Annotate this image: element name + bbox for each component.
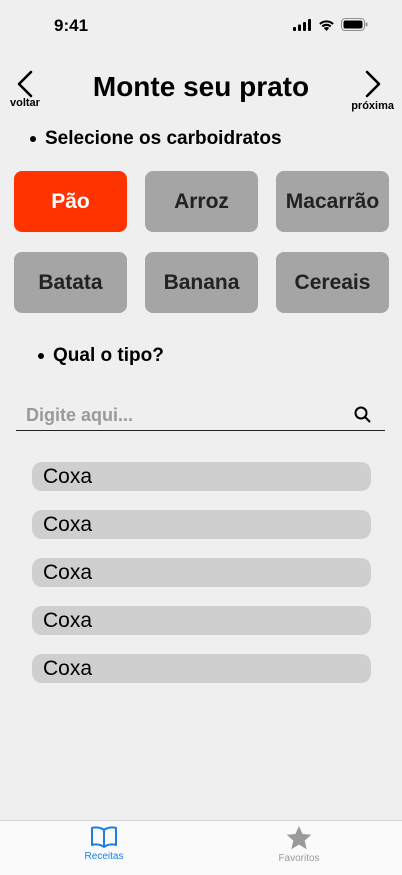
list-item[interactable]: Coxa [32, 654, 371, 683]
type-section-heading: Qual o tipo? [38, 345, 164, 367]
cellular-signal-icon [293, 18, 311, 31]
page-title: Monte seu prato [92, 71, 310, 102]
list-item[interactable]: Coxa [32, 462, 371, 491]
carb-option-macarrao[interactable]: Macarrão [276, 171, 389, 232]
carb-option-banana[interactable]: Banana [145, 252, 258, 313]
tab-bar: Receitas Favoritos [0, 820, 402, 875]
list-item[interactable]: Coxa [32, 558, 371, 587]
tab-receitas-label: Receitas [84, 851, 124, 862]
list-item[interactable]: Coxa [32, 606, 371, 635]
next-label: próxima [351, 100, 394, 112]
carb-option-pao[interactable]: Pão [14, 171, 127, 232]
results-list: Coxa Coxa Coxa Coxa Coxa [32, 462, 371, 702]
search-input[interactable] [26, 402, 346, 428]
carb-options-grid: Pão Arroz Macarrão Batata Banana Cereais [14, 171, 390, 313]
tab-favoritos[interactable]: Favoritos [239, 825, 359, 864]
book-icon [91, 826, 117, 848]
search-icon[interactable] [354, 406, 371, 423]
tab-receitas[interactable]: Receitas [44, 825, 164, 862]
type-heading-text: Qual o tipo? [53, 345, 164, 366]
status-icons [293, 18, 368, 31]
search-bar [16, 400, 385, 431]
bullet [38, 353, 44, 359]
status-bar: 9:41 [0, 0, 402, 50]
wifi-icon [319, 19, 334, 31]
carbs-heading-text: Selecione os carboidratos [45, 128, 282, 149]
bullet [30, 136, 36, 142]
chevron-right-icon [365, 70, 381, 98]
star-icon [286, 826, 312, 850]
carb-option-batata[interactable]: Batata [14, 252, 127, 313]
carbs-section-heading: Selecione os carboidratos [30, 128, 282, 150]
list-item[interactable]: Coxa [32, 510, 371, 539]
status-time: 9:41 [54, 16, 89, 35]
battery-icon [341, 18, 368, 31]
tab-favoritos-label: Favoritos [278, 853, 320, 864]
carb-option-arroz[interactable]: Arroz [145, 171, 258, 232]
next-button[interactable]: próxima [348, 70, 394, 114]
carb-option-cereais[interactable]: Cereais [276, 252, 389, 313]
